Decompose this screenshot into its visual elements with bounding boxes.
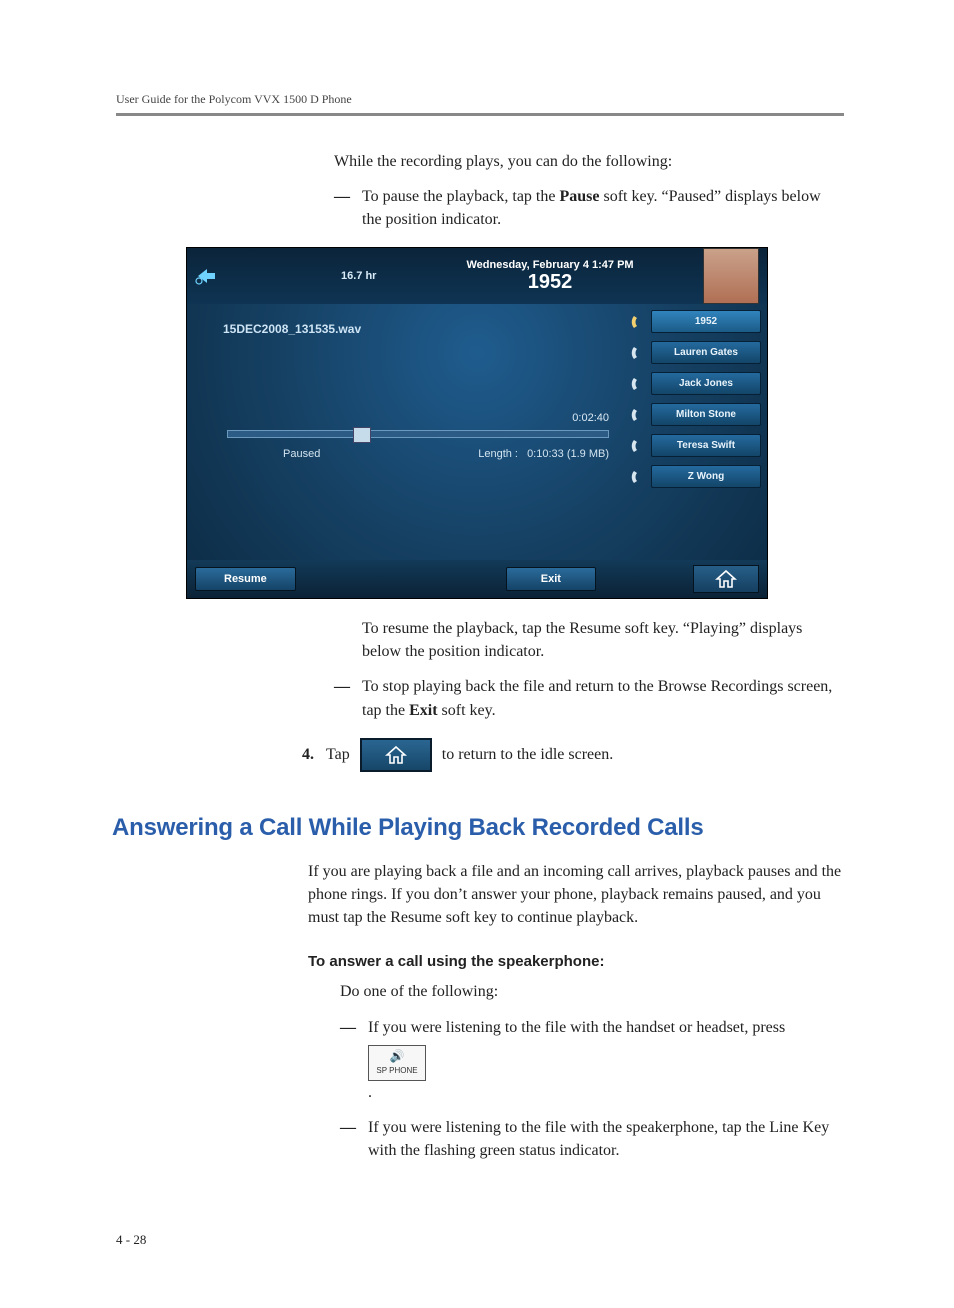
body-block-2: To resume the playback, tap the Resume s… <box>334 617 844 722</box>
contact-icon <box>629 437 647 455</box>
sub-heading: To answer a call using the speakerphone: <box>308 953 844 970</box>
list-text: If you were listening to the file with t… <box>368 1119 829 1159</box>
contact-icon <box>629 406 647 424</box>
playback-status-row: Paused Length : 0:10:33 (1.9 MB) <box>283 448 609 460</box>
list-text-a: To pause the playback, tap the <box>362 188 559 205</box>
slider-knob[interactable] <box>353 427 371 443</box>
home-icon <box>715 569 737 589</box>
list-text-bold: Exit <box>409 702 437 719</box>
contact-button[interactable]: Jack Jones <box>651 372 761 395</box>
line-key-1952[interactable]: 1952 <box>629 310 761 333</box>
contact-button[interactable]: Milton Stone <box>651 403 761 426</box>
contact-icon <box>629 375 647 393</box>
step-4-row: 4. Tap to return to the idle screen. <box>302 738 844 772</box>
dash-list-1: To pause the playback, tap the Pause sof… <box>334 185 844 231</box>
step-text-a: Tap <box>326 746 350 764</box>
line-key-jack[interactable]: Jack Jones <box>629 372 761 395</box>
recording-filename: 15DEC2008_131535.wav <box>223 322 613 336</box>
section-para-block: If you are playing back a file and an in… <box>308 860 844 930</box>
playback-panel: 15DEC2008_131535.wav 0:02:40 Paused Leng… <box>187 304 629 558</box>
list-item: If you were listening to the file with t… <box>340 1116 844 1162</box>
playback-length: Length : 0:10:33 (1.9 MB) <box>478 448 609 460</box>
step-text-b: to return to the idle screen. <box>442 746 614 764</box>
exit-softkey[interactable]: Exit <box>506 567 596 591</box>
softkey-bar: Resume Exit <box>187 560 767 598</box>
phone-datetime: Wednesday, February 4 1:47 PM <box>466 259 633 271</box>
phone-status-bar: 16.7 hr Wednesday, February 4 1:47 PM 19… <box>187 248 767 304</box>
playback-slider[interactable] <box>227 430 609 438</box>
playback-position: 0:02:40 <box>572 412 609 424</box>
phone-extension-large: 1952 <box>466 271 633 294</box>
line-key-milton[interactable]: Milton Stone <box>629 403 761 426</box>
speaker-icon: 🔊 <box>369 1048 425 1065</box>
phone-header-datetime: Wednesday, February 4 1:47 PM 1952 <box>466 259 633 294</box>
handset-icon <box>629 313 647 331</box>
running-header: User Guide for the Polycom VVX 1500 D Ph… <box>116 92 844 107</box>
list-text-c: soft key. <box>438 702 496 719</box>
body-block-3: Do one of the following: If you were lis… <box>340 980 844 1162</box>
contacts-panel: 1952 Lauren Gates Jack Jones Milton Ston… <box>629 304 767 558</box>
line-key-teresa[interactable]: Teresa Swift <box>629 434 761 457</box>
resume-paragraph: To resume the playback, tap the Resume s… <box>362 617 844 663</box>
line-key-lauren[interactable]: Lauren Gates <box>629 341 761 364</box>
sp-phone-button[interactable]: 🔊 SP PHONE <box>368 1045 426 1081</box>
step-number: 4. <box>302 746 314 764</box>
dash-list-2: To stop playing back the file and return… <box>334 675 844 721</box>
line-key-zwong[interactable]: Z Wong <box>629 465 761 488</box>
contact-button[interactable]: Teresa Swift <box>651 434 761 457</box>
phone-main: 15DEC2008_131535.wav 0:02:40 Paused Leng… <box>187 304 767 558</box>
resume-softkey[interactable]: Resume <box>195 567 296 591</box>
dash-list-3: If you were listening to the file with t… <box>340 1016 844 1163</box>
length-value: 0:10:33 (1.9 MB) <box>527 448 609 460</box>
length-label: Length : <box>478 448 518 460</box>
intro-paragraph: While the recording plays, you can do th… <box>334 150 844 173</box>
phone-screenshot: 16.7 hr Wednesday, February 4 1:47 PM 19… <box>186 247 768 599</box>
contact-button[interactable]: Z Wong <box>651 465 761 488</box>
inline-home-button[interactable] <box>360 738 432 772</box>
home-icon <box>385 745 407 765</box>
contact-icon <box>629 344 647 362</box>
do-one-text: Do one of the following: <box>340 980 844 1003</box>
list-item: If you were listening to the file with t… <box>340 1016 844 1104</box>
avatar <box>703 248 759 304</box>
list-text: If you were listening to the file with t… <box>368 1019 785 1036</box>
section-paragraph: If you are playing back a file and an in… <box>308 860 844 930</box>
playback-status: Paused <box>283 448 320 460</box>
list-text-bold: Pause <box>559 188 599 205</box>
contact-button[interactable]: Lauren Gates <box>651 341 761 364</box>
list-item: To pause the playback, tap the Pause sof… <box>334 185 844 231</box>
list-item: To stop playing back the file and return… <box>334 675 844 721</box>
sp-phone-label: SP PHONE <box>376 1066 417 1075</box>
body-block-1: While the recording plays, you can do th… <box>334 150 844 232</box>
back-arrow-icon[interactable] <box>193 262 221 290</box>
contact-icon <box>629 468 647 486</box>
recording-hours: 16.7 hr <box>341 270 376 282</box>
section-heading: Answering a Call While Playing Back Reco… <box>112 814 844 842</box>
document-page: User Guide for the Polycom VVX 1500 D Ph… <box>0 0 954 1308</box>
home-softkey[interactable] <box>693 565 759 593</box>
contact-button[interactable]: 1952 <box>651 310 761 333</box>
period: . <box>368 1084 372 1101</box>
header-rule <box>116 113 844 116</box>
